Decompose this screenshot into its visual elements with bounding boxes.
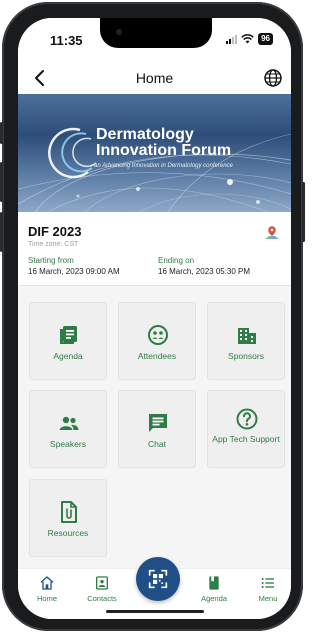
app-header: Home bbox=[18, 62, 291, 94]
map-location-icon[interactable] bbox=[263, 224, 281, 242]
event-name: DIF 2023 bbox=[28, 224, 82, 239]
event-info: DIF 2023 Time zone: CST Starting from 16… bbox=[18, 212, 291, 286]
dynamic-island bbox=[100, 18, 212, 48]
tile-sponsors[interactable]: Sponsors bbox=[207, 302, 285, 380]
qr-scan-icon bbox=[148, 569, 168, 589]
tile-resources[interactable]: Resources bbox=[29, 479, 107, 557]
tile-attendees[interactable]: Attendees bbox=[118, 302, 196, 380]
wifi-icon bbox=[241, 34, 254, 44]
nav-home[interactable]: Home bbox=[25, 575, 69, 603]
globe-icon[interactable] bbox=[261, 66, 285, 90]
home-indicator bbox=[106, 610, 204, 613]
end-label: Ending on bbox=[158, 256, 195, 265]
banner-title-line1: Dermatology bbox=[96, 126, 194, 143]
phone-frame: 11:35 96 Home Dermatology Innovation For… bbox=[0, 2, 305, 631]
app-screen: 11:35 96 Home Dermatology Innovation For… bbox=[18, 18, 291, 619]
speakers-icon bbox=[59, 416, 79, 430]
nav-label: Menu bbox=[258, 594, 278, 603]
end-datetime: 16 March, 2023 05:30 PM bbox=[158, 267, 251, 276]
resources-icon bbox=[61, 501, 77, 523]
banner-subtitle: an Advancing Innovation in Dermatology c… bbox=[94, 163, 233, 169]
tile-speakers[interactable]: Speakers bbox=[29, 390, 107, 468]
home-icon bbox=[40, 576, 54, 590]
sponsors-icon bbox=[238, 328, 256, 344]
page-title: Home bbox=[135, 70, 174, 86]
chat-icon bbox=[149, 414, 167, 432]
tile-label: App Tech Support bbox=[212, 434, 280, 444]
event-timezone: Time zone: CST bbox=[28, 241, 79, 248]
start-datetime: 16 March, 2023 09:00 AM bbox=[28, 267, 120, 276]
volume-up-button bbox=[0, 162, 3, 202]
attendees-icon bbox=[148, 325, 168, 345]
nav-label: Home bbox=[36, 594, 57, 603]
help-icon bbox=[236, 408, 258, 430]
mute-switch bbox=[0, 122, 3, 144]
tile-label: Resources bbox=[47, 528, 89, 538]
banner-title: Dermatology Innovation Forum bbox=[96, 127, 231, 159]
nav-label: Agenda bbox=[201, 594, 227, 603]
battery-indicator: 96 bbox=[258, 33, 273, 45]
event-banner: Dermatology Innovation Forum an Advancin… bbox=[18, 94, 291, 212]
status-icons: 96 bbox=[226, 33, 273, 45]
qr-scan-button[interactable] bbox=[136, 557, 180, 601]
tile-chat[interactable]: Chat bbox=[118, 390, 196, 468]
status-bar: 11:35 96 bbox=[18, 18, 291, 62]
camera-icon bbox=[116, 29, 122, 35]
nav-contacts[interactable]: Contacts bbox=[80, 575, 124, 603]
menu-icon bbox=[261, 578, 274, 588]
status-time: 11:35 bbox=[50, 33, 83, 48]
banner-title-line2: Innovation Forum bbox=[96, 142, 232, 159]
tile-agenda[interactable]: Agenda bbox=[29, 302, 107, 380]
tile-label: Chat bbox=[148, 439, 166, 449]
tile-label: Sponsors bbox=[228, 351, 264, 361]
book-icon bbox=[209, 576, 219, 590]
nav-agenda[interactable]: Agenda bbox=[192, 575, 236, 603]
tile-label: Agenda bbox=[53, 351, 83, 361]
power-button bbox=[302, 182, 305, 242]
tile-label: Speakers bbox=[50, 439, 86, 449]
signal-icon bbox=[226, 34, 238, 44]
tile-app-tech-support[interactable]: App Tech Support bbox=[207, 390, 285, 468]
agenda-icon bbox=[60, 326, 77, 344]
nav-menu[interactable]: Menu bbox=[246, 575, 290, 603]
contacts-icon bbox=[96, 576, 108, 590]
nav-label: Contacts bbox=[87, 594, 117, 603]
start-label: Starting from bbox=[28, 256, 74, 265]
volume-down-button bbox=[0, 212, 3, 252]
tile-label: Attendees bbox=[137, 351, 177, 361]
